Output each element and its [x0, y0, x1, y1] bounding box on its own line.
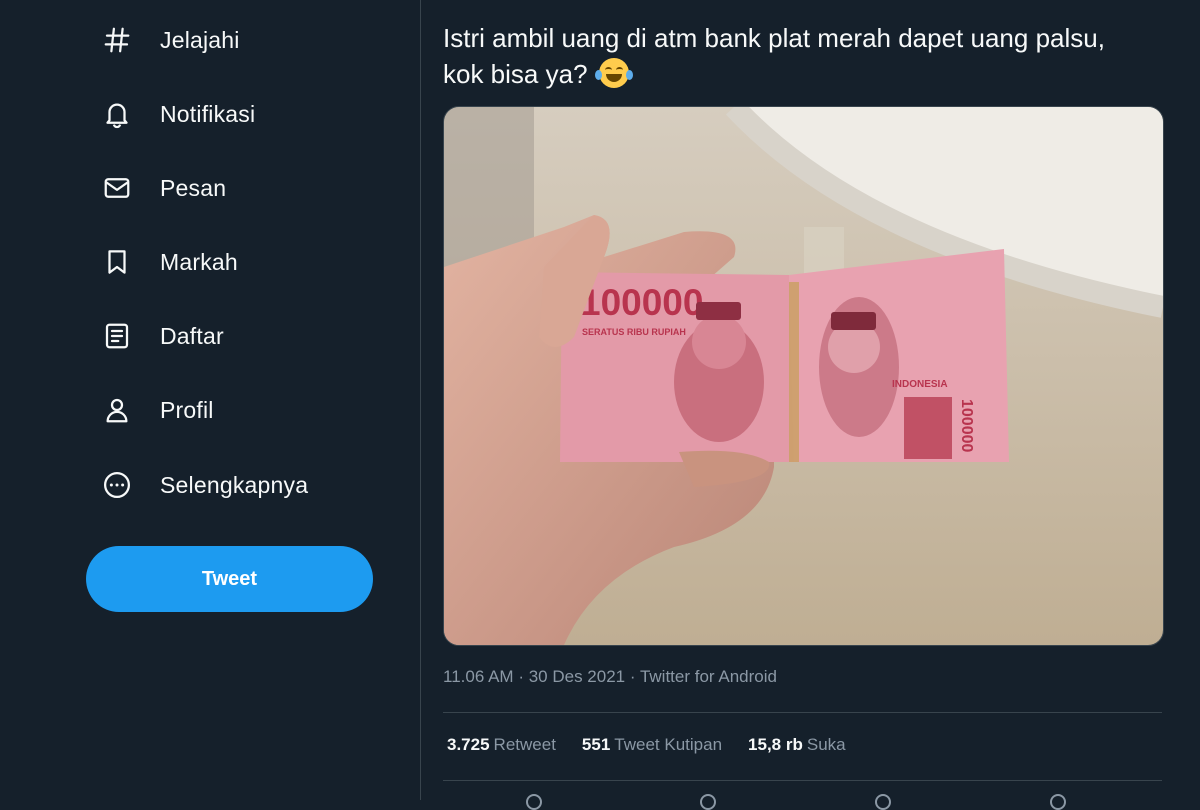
sidebar-nav: Jelajahi Notifikasi Pesan Markah Daftar … [0, 0, 420, 800]
sidebar-item-pesan[interactable]: Pesan [100, 168, 226, 208]
envelope-icon [100, 171, 134, 205]
sidebar-item-label: Markah [160, 248, 238, 275]
sidebar-item-label: Jelajahi [160, 26, 240, 53]
sidebar-item-label: Selengkapnya [160, 471, 309, 498]
sidebar-item-label: Pesan [160, 174, 227, 201]
column-divider [420, 0, 421, 800]
retweet-count: 3.725 [447, 735, 490, 754]
tweet-stats: 3.725 Retweet 551 Tweet Kutipan 15,8 rb Suk… [447, 735, 872, 755]
sidebar-item-notifikasi[interactable]: Notifikasi [100, 94, 255, 134]
retweet-label: Retweet [493, 735, 556, 754]
tweet-text: Istri ambil uang di atm bank plat merah … [443, 20, 1143, 92]
quote-stat[interactable]: 551 Tweet Kutipan [582, 735, 722, 755]
tweet-source[interactable]: Twitter for Android [640, 667, 777, 686]
tweet-photo[interactable]: 100000 SERATUS RIBU RUPIAH INDONESIA 100… [443, 106, 1164, 646]
like-count: 15,8 rb [748, 735, 803, 754]
bookmark-icon [100, 245, 134, 279]
meta-separator: · [629, 667, 636, 686]
share-icon[interactable] [1050, 794, 1066, 810]
retweet-icon[interactable] [700, 794, 716, 810]
like-icon[interactable] [875, 794, 891, 810]
sidebar-item-selengkapnya[interactable]: Selengkapnya [100, 465, 308, 505]
banknote-words-text: SERATUS RIBU RUPIAH [582, 327, 686, 337]
reply-icon[interactable] [526, 794, 542, 810]
banknote: 100000 SERATUS RIBU RUPIAH INDONESIA 100… [560, 249, 1009, 462]
retweet-stat[interactable]: 3.725 Retweet [447, 735, 556, 755]
banknote-country-text: INDONESIA [892, 379, 948, 390]
banknote-photo: 100000 SERATUS RIBU RUPIAH INDONESIA 100… [444, 107, 1163, 645]
more-circle-icon [100, 468, 134, 502]
bell-icon [100, 97, 134, 131]
sidebar-item-label: Daftar [160, 322, 224, 349]
hashtag-icon [100, 23, 134, 57]
sidebar-item-profil[interactable]: Profil [100, 390, 214, 430]
quote-label: Tweet Kutipan [614, 735, 723, 754]
banknote-value-text: 100000 [580, 282, 703, 323]
person-icon [100, 393, 134, 427]
banknote-value-vertical: 100000 [958, 399, 975, 452]
sidebar-item-daftar[interactable]: Daftar [100, 316, 224, 356]
sidebar-item-label: Profil [160, 396, 214, 423]
tweet-time[interactable]: 11.06 AM [443, 667, 514, 686]
face-with-tears-of-joy-icon [594, 58, 633, 88]
tweet-button[interactable]: Tweet [86, 546, 373, 612]
like-stat[interactable]: 15,8 rb Suka [748, 735, 846, 755]
meta-separator: · [518, 667, 524, 686]
stats-divider-top [443, 712, 1162, 713]
quote-count: 551 [581, 735, 611, 754]
like-label: Suka [806, 735, 846, 754]
tweet-metadata: 11.06 AM · 30 Des 2021 · Twitter for And… [443, 667, 777, 687]
sidebar-item-markah[interactable]: Markah [100, 242, 238, 282]
sidebar-item-jelajahi[interactable]: Jelajahi [100, 20, 240, 60]
sidebar-item-label: Notifikasi [160, 100, 256, 127]
stats-divider-bottom [443, 780, 1162, 781]
list-icon [100, 319, 134, 353]
tweet-body: Istri ambil uang di atm bank plat merah … [443, 23, 1105, 89]
tweet-date[interactable]: 30 Des 2021 [529, 667, 625, 686]
